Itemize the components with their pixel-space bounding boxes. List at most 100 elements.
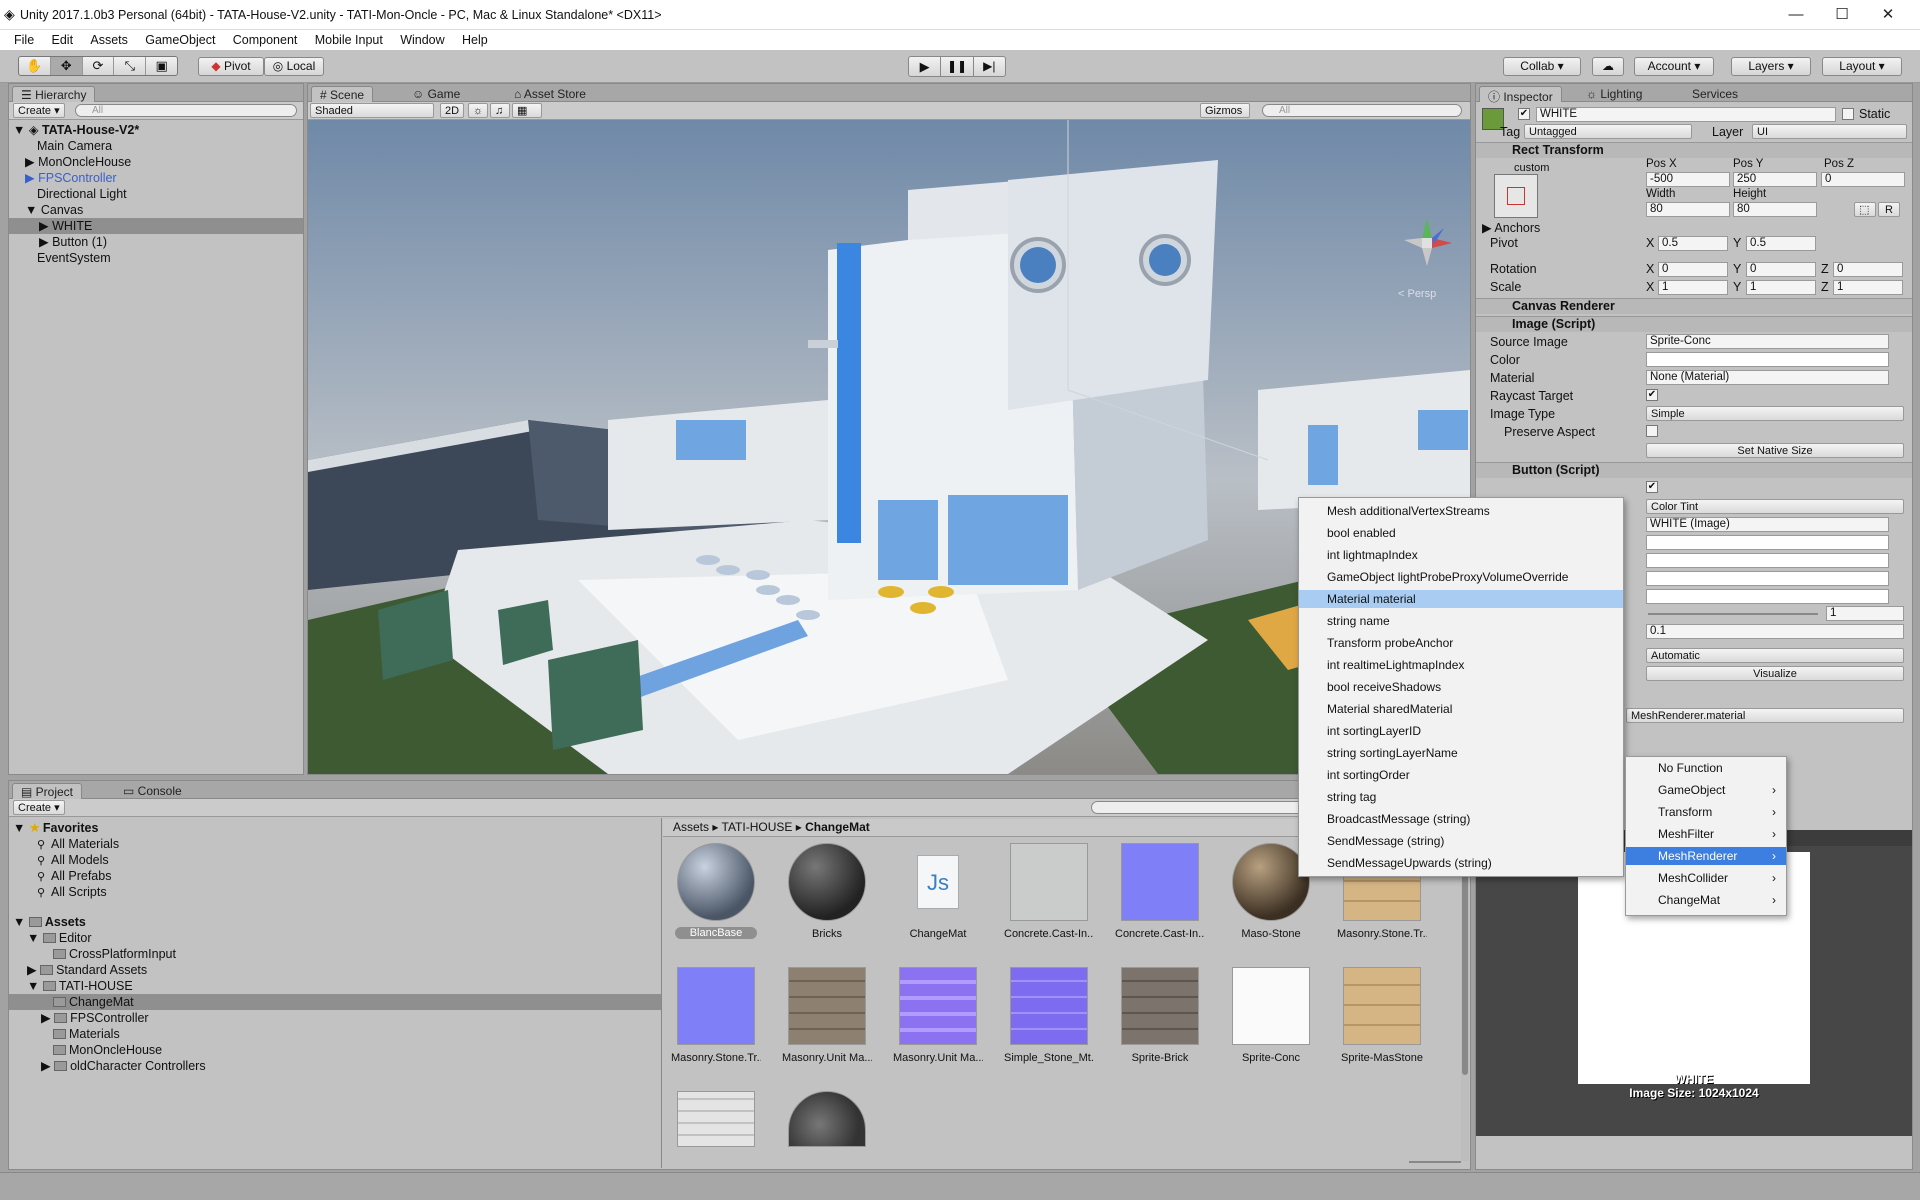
raw-edit-button[interactable]: R bbox=[1878, 202, 1900, 217]
breadcrumb-assets[interactable]: Assets bbox=[673, 820, 709, 834]
favorites-folder[interactable]: ▼ ★ Favorites bbox=[13, 820, 98, 836]
asset-tile[interactable]: Bricks bbox=[782, 843, 872, 940]
menu-item-no-function[interactable]: No Function bbox=[1626, 759, 1786, 777]
favorite-all-prefabs[interactable]: ⚲ All Prefabs bbox=[37, 868, 111, 884]
menu-item-changemat[interactable]: ChangeMat › bbox=[1626, 891, 1786, 909]
height-field[interactable]: 80 bbox=[1733, 202, 1817, 217]
layer-dropdown[interactable]: UI bbox=[1752, 124, 1907, 139]
menu-item-send-message[interactable]: SendMessage (string) bbox=[1299, 832, 1623, 850]
rotation-x-field[interactable]: 0 bbox=[1658, 262, 1728, 277]
disabled-color-field[interactable] bbox=[1646, 589, 1889, 604]
set-native-size-button[interactable]: Set Native Size bbox=[1646, 443, 1904, 458]
color-field[interactable] bbox=[1646, 352, 1889, 367]
close-button[interactable]: ✕ bbox=[1865, 4, 1911, 26]
pivot-x-field[interactable]: 0.5 bbox=[1658, 236, 1728, 251]
favorite-all-models[interactable]: ⚲ All Models bbox=[37, 852, 109, 868]
hierarchy-search-input[interactable]: All bbox=[75, 104, 297, 117]
menu-item-int-sorting-order[interactable]: int sortingOrder bbox=[1299, 766, 1623, 784]
asset-tile[interactable] bbox=[671, 1091, 761, 1147]
active-checkbox[interactable]: ✔ bbox=[1518, 108, 1530, 120]
asset-tile[interactable] bbox=[782, 1091, 872, 1147]
folder-standard-assets[interactable]: ▶ Standard Assets bbox=[27, 962, 147, 978]
folder-tati-house[interactable]: ▼ TATI-HOUSE bbox=[27, 978, 133, 994]
menu-item-broadcast-message[interactable]: BroadcastMessage (string) bbox=[1299, 810, 1623, 828]
local-toggle[interactable]: ◎ Local bbox=[264, 57, 324, 76]
menu-item-mesh-additional-vertex-streams[interactable]: Mesh additionalVertexStreams bbox=[1299, 502, 1623, 520]
fade-duration-field[interactable]: 0.1 bbox=[1646, 624, 1904, 639]
project-create-dropdown[interactable]: Create ▾ bbox=[13, 800, 65, 815]
color-multiplier-slider[interactable] bbox=[1648, 613, 1818, 615]
button-script-header[interactable]: Button (Script) bbox=[1476, 462, 1912, 478]
asset-tile[interactable]: Sprite-Conc bbox=[1226, 967, 1316, 1064]
preserve-aspect-checkbox[interactable] bbox=[1646, 425, 1658, 437]
scale-tool-icon[interactable]: ⤡ bbox=[114, 57, 147, 75]
folder-changemat[interactable]: ChangeMat bbox=[9, 994, 661, 1010]
scale-y-field[interactable]: 1 bbox=[1746, 280, 1816, 295]
hierarchy-item-mononclehouse[interactable]: ▶ MonOncleHouse bbox=[25, 154, 131, 170]
interactable-checkbox[interactable]: ✔ bbox=[1646, 481, 1658, 493]
pivot-y-field[interactable]: 0.5 bbox=[1746, 236, 1816, 251]
hierarchy-item-main-camera[interactable]: Main Camera bbox=[37, 138, 112, 154]
asset-tile[interactable]: Masonry.Unit Ma... bbox=[893, 967, 983, 1064]
minimize-button[interactable]: — bbox=[1773, 4, 1819, 26]
canvas-renderer-header[interactable]: Canvas Renderer bbox=[1476, 298, 1912, 314]
pressed-color-field[interactable] bbox=[1646, 571, 1889, 586]
menu-item-bool-receive-shadows[interactable]: bool receiveShadows bbox=[1299, 678, 1623, 696]
menu-item-material-material[interactable]: Material material bbox=[1299, 590, 1623, 608]
tab-project[interactable]: ▤ Project bbox=[12, 783, 83, 799]
effects-toggle-icon[interactable]: ▦ bbox=[512, 103, 542, 118]
play-button-icon[interactable]: ▶ bbox=[909, 57, 942, 76]
account-dropdown[interactable]: Account ▾ bbox=[1634, 57, 1714, 76]
menu-gameobject[interactable]: GameObject bbox=[145, 30, 215, 47]
blueprint-mode-icon[interactable]: ⬚ bbox=[1854, 202, 1876, 217]
static-checkbox[interactable] bbox=[1842, 108, 1854, 120]
menu-help[interactable]: Help bbox=[462, 30, 488, 47]
folder-materials[interactable]: Materials bbox=[53, 1026, 120, 1042]
asset-tile[interactable]: BlancBase bbox=[671, 843, 761, 939]
scene-search-input[interactable]: All bbox=[1262, 104, 1462, 117]
menu-item-transform[interactable]: Transform › bbox=[1626, 803, 1786, 821]
hierarchy-item-button-1[interactable]: ▶ Button (1) bbox=[39, 234, 107, 250]
folder-editor[interactable]: ▼ Editor bbox=[27, 930, 92, 946]
transition-dropdown[interactable]: Color Tint bbox=[1646, 499, 1904, 514]
tab-services[interactable]: Services bbox=[1684, 86, 1746, 102]
menu-window[interactable]: Window bbox=[400, 30, 444, 47]
raycast-target-checkbox[interactable]: ✔ bbox=[1646, 389, 1658, 401]
folder-fpscontroller[interactable]: ▶ FPSController bbox=[41, 1010, 149, 1026]
project-splitter[interactable] bbox=[661, 818, 662, 1168]
tab-inspector[interactable]: ⓘ Inspector bbox=[1479, 86, 1562, 104]
breadcrumb-tati-house[interactable]: TATI-HOUSE bbox=[722, 820, 793, 834]
tab-lighting[interactable]: ☼ Lighting bbox=[1578, 86, 1650, 102]
menu-item-gameobject[interactable]: GameObject › bbox=[1626, 781, 1786, 799]
menu-assets[interactable]: Assets bbox=[90, 30, 128, 47]
asset-tile[interactable]: Js ChangeMat bbox=[893, 843, 983, 940]
hierarchy-item-fpscontroller[interactable]: ▶ FPSController bbox=[25, 170, 117, 186]
step-button-icon[interactable]: ▶| bbox=[974, 57, 1005, 76]
shading-mode-dropdown[interactable]: Shaded bbox=[310, 103, 434, 118]
asset-tile[interactable]: Sprite-Brick bbox=[1115, 967, 1205, 1064]
scene-orientation-gizmo[interactable] bbox=[1392, 208, 1462, 278]
menu-item-transform-probe-anchor[interactable]: Transform probeAnchor bbox=[1299, 634, 1623, 652]
asset-tile[interactable]: Sprite-MasStone bbox=[1337, 967, 1427, 1064]
color-multiplier-field[interactable]: 1 bbox=[1826, 606, 1904, 621]
menu-item-lightprobe-proxy-volume-override[interactable]: GameObject lightProbeProxyVolumeOverride bbox=[1299, 568, 1623, 586]
image-type-dropdown[interactable]: Simple bbox=[1646, 406, 1904, 421]
hierarchy-item-eventsystem[interactable]: EventSystem bbox=[37, 250, 111, 266]
menu-file[interactable]: File bbox=[14, 30, 34, 47]
hierarchy-create-dropdown[interactable]: Create ▾ bbox=[13, 103, 65, 118]
tab-console[interactable]: ▭ Console bbox=[115, 783, 190, 799]
assets-folder[interactable]: ▼ Assets bbox=[13, 914, 86, 930]
highlighted-color-field[interactable] bbox=[1646, 553, 1889, 568]
menu-item-string-name[interactable]: string name bbox=[1299, 612, 1623, 630]
menu-item-string-sorting-layer-name[interactable]: string sortingLayerName bbox=[1299, 744, 1623, 762]
folder-mononclehouse[interactable]: MonOncleHouse bbox=[53, 1042, 162, 1058]
navigation-dropdown[interactable]: Automatic bbox=[1646, 648, 1904, 663]
source-image-field[interactable]: Sprite-Conc bbox=[1646, 334, 1889, 349]
asset-tile[interactable]: Masonry.Stone.Tr... bbox=[671, 967, 761, 1064]
audio-toggle-icon[interactable]: ♫ bbox=[490, 103, 510, 118]
asset-tile[interactable]: Simple_Stone_Mt... bbox=[1004, 967, 1094, 1064]
pos-z-field[interactable]: 0 bbox=[1821, 172, 1905, 187]
rotation-z-field[interactable]: 0 bbox=[1833, 262, 1903, 277]
menu-item-meshcollider[interactable]: MeshCollider › bbox=[1626, 869, 1786, 887]
folder-oldcharacter-controllers[interactable]: ▶ oldCharacter Controllers bbox=[41, 1058, 206, 1074]
